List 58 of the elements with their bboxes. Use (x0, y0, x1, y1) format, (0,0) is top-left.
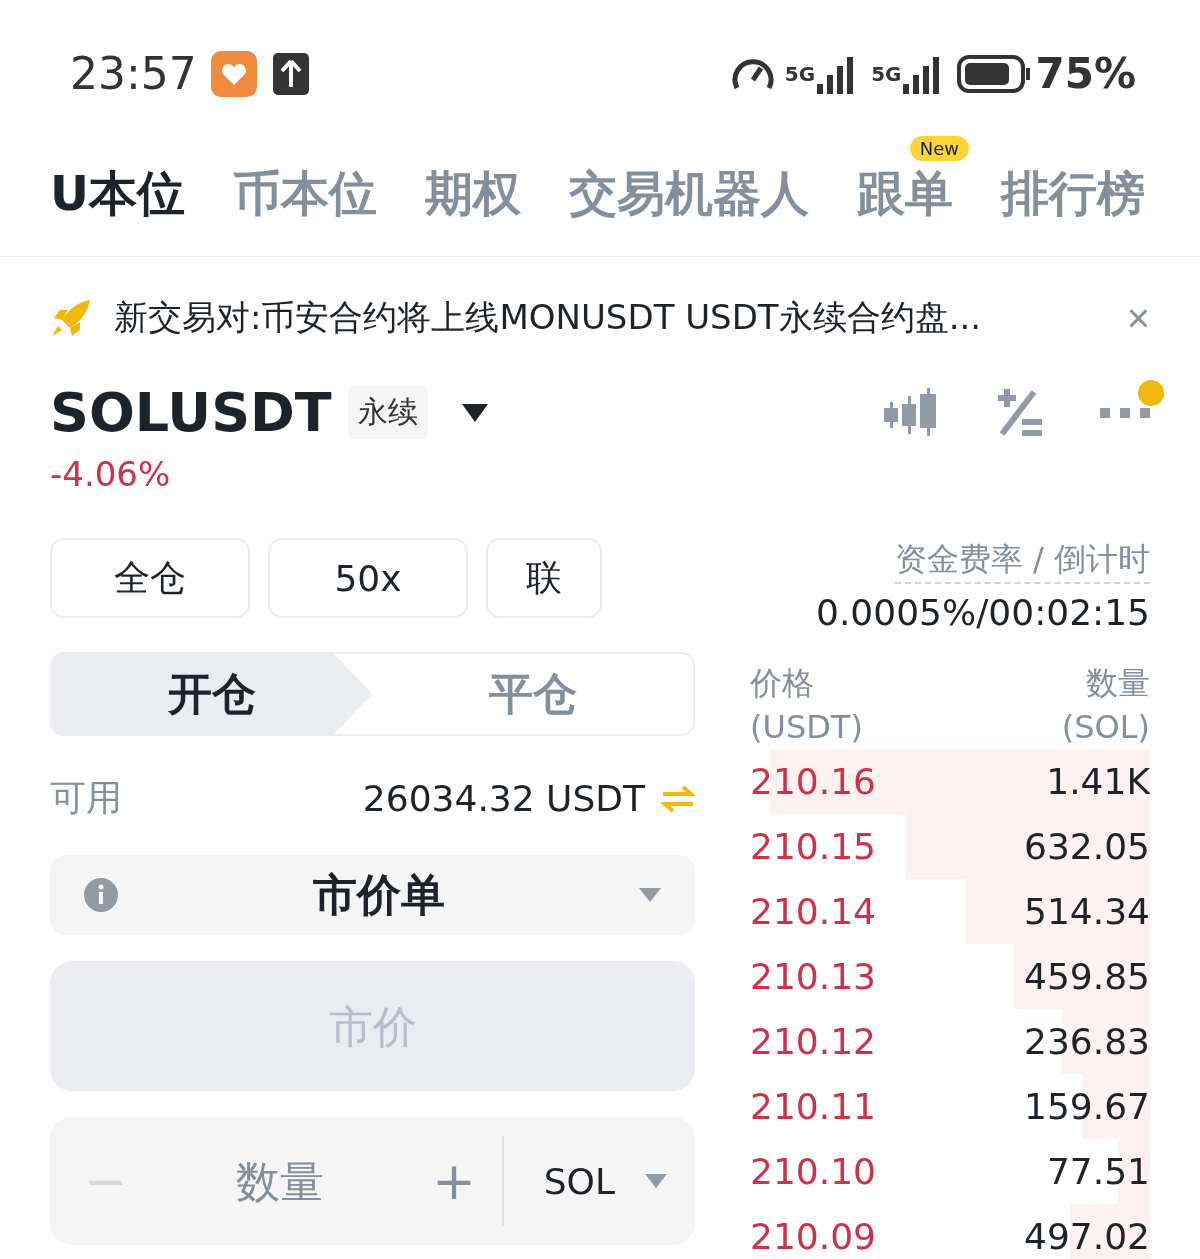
order-book-row[interactable]: 210.11 159.67 (750, 1074, 1150, 1139)
battery-percent: 75% (1035, 49, 1136, 98)
order-book-row[interactable]: 210.10 77.51 (750, 1139, 1150, 1204)
ask-quantity: 459.85 (1024, 956, 1150, 997)
caret-icon[interactable] (461, 403, 488, 422)
ask-quantity: 77.51 (1046, 1151, 1150, 1192)
order-book-row[interactable]: 210.15 632.05 (750, 814, 1150, 879)
available-label: 可用 (50, 776, 123, 820)
ask-quantity: 514.34 (1024, 891, 1150, 932)
network-label: 5G (784, 61, 816, 86)
info-icon (84, 878, 118, 912)
order-book-row[interactable]: 210.09 497.02 (750, 1204, 1150, 1259)
order-book-row[interactable]: 210.16 1.41K (750, 749, 1150, 814)
ask-quantity: 1.41K (1046, 761, 1150, 802)
position-tab[interactable]: 开仓 (52, 654, 373, 734)
ask-price[interactable]: 210.12 (750, 1021, 876, 1062)
caret-icon (639, 888, 661, 902)
quantity-unit: (SOL) (1061, 707, 1150, 748)
price-change: -4.06% (49, 453, 172, 494)
margin-button[interactable]: 全仓 (50, 538, 250, 618)
margin-button[interactable]: 联 (486, 538, 602, 618)
funding-value: 0.0005%/00:02:15 (816, 592, 1150, 633)
swap-icon[interactable] (661, 783, 695, 814)
more-icon[interactable] (1100, 405, 1150, 420)
new-badge: New (909, 136, 969, 161)
network-label: 5G (871, 61, 902, 86)
announcement-text[interactable]: 新交易对:币安合约将上线MONUSDT USDT永续合约盘... (114, 295, 1107, 341)
ask-quantity: 632.05 (1024, 826, 1150, 867)
clock: 23:57 (70, 48, 197, 99)
unit-select[interactable]: SOL (501, 1136, 667, 1226)
order-book-row[interactable]: 210.14 514.34 (750, 879, 1150, 944)
market-tab[interactable]: U本位 (50, 162, 185, 256)
price-header: 价格 (750, 663, 815, 704)
ask-price[interactable]: 210.15 (750, 826, 876, 867)
margin-button[interactable]: 50x (268, 538, 468, 618)
order-book-row[interactable]: 210.12 236.83 (750, 1009, 1150, 1074)
symbol-name[interactable]: SOLUSDT (50, 381, 332, 444)
quantity-header: 数量 (1085, 663, 1150, 704)
order-book-row[interactable]: 210.13 459.85 (750, 944, 1150, 1009)
order-type-select[interactable]: 市价单 (50, 855, 695, 935)
caret-icon (645, 1174, 667, 1188)
ask-price[interactable]: 210.16 (750, 761, 876, 802)
ask-price[interactable]: 210.14 (750, 891, 876, 932)
battery-icon (957, 53, 1032, 94)
candlestick-icon[interactable] (882, 387, 938, 438)
ask-price[interactable]: 210.13 (750, 956, 876, 997)
quantity-field[interactable]: − 数量 + SOL (50, 1117, 695, 1245)
contract-tag: 永续 (347, 386, 428, 439)
ask-price[interactable]: 210.11 (750, 1086, 876, 1127)
price-unit: (USDT) (750, 707, 863, 748)
available-balance: 26034.32 USDT (362, 778, 645, 819)
heart-app-icon (210, 50, 257, 97)
ask-quantity: 236.83 (1024, 1021, 1150, 1062)
ask-quantity: 497.02 (1024, 1216, 1150, 1257)
ask-quantity: 159.67 (1024, 1086, 1150, 1127)
upload-icon (272, 52, 309, 95)
ask-price[interactable]: 210.09 (750, 1216, 876, 1257)
ask-price[interactable]: 210.10 (750, 1151, 876, 1192)
